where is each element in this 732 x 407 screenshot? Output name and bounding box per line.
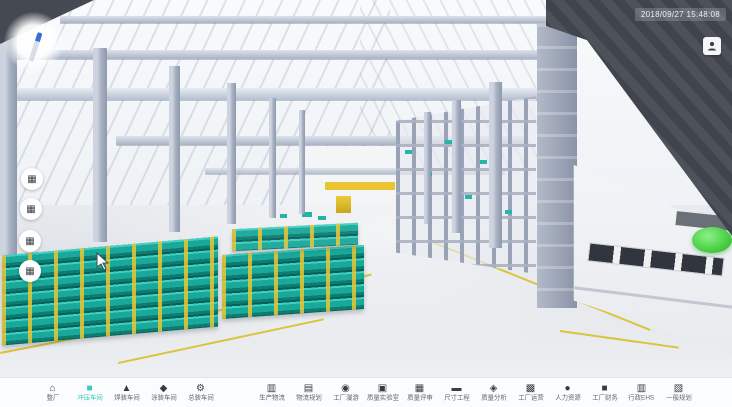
rack-die — [405, 150, 412, 154]
status-marker[interactable] — [692, 227, 732, 253]
steel-column — [169, 66, 180, 232]
steel-column — [299, 110, 305, 214]
quality-review-icon: ▦ — [415, 383, 424, 394]
briefcase-icon: ■ — [601, 383, 607, 394]
user-button[interactable] — [703, 37, 721, 55]
toolbar-item-building[interactable]: ▥ 行政EHS — [623, 383, 660, 403]
roof-truss-beam — [60, 16, 555, 23]
press-line-icon: ▦ — [25, 236, 34, 247]
factory-3d-viewport[interactable] — [0, 0, 732, 377]
toolbar-item-label: 生产物流 — [259, 394, 285, 401]
toolbar-item-camera[interactable]: ◉ 工厂漫游 — [327, 383, 364, 403]
camera-icon: ◉ — [341, 383, 350, 394]
assembly-workshop-icon: ⚙ — [196, 383, 205, 394]
toolbar-item-label: 质量评审 — [407, 394, 433, 401]
steel-column-foreground — [537, 24, 577, 308]
distant-die — [280, 214, 287, 218]
station-button-group: ▦ ▦ ▦ ▦ — [0, 0, 60, 300]
document-icon: ▧ — [674, 383, 683, 394]
distant-die — [318, 216, 326, 220]
toolbar-item-factory-operations[interactable]: ▩ 工厂运营 — [512, 383, 549, 403]
toolbar-item-label: 人力资源 — [555, 394, 581, 401]
steel-column — [489, 82, 502, 248]
rack-die — [480, 160, 487, 164]
stamping-workshop-icon: ■ — [86, 383, 92, 394]
user-icon — [707, 41, 717, 51]
digital-factory-app: 2018/09/27 15:48:08 ▦ ▦ ▦ ▦ — [0, 0, 732, 407]
toolbar-item-label: 物流规划 — [296, 394, 322, 401]
logistics-plan-icon: ▤ — [304, 383, 313, 394]
steel-column — [93, 48, 107, 242]
toolbar-item-label: 一般规划 — [666, 394, 692, 401]
toolbar-item-document[interactable]: ▧ 一般规划 — [660, 383, 697, 403]
truck-icon: ▥ — [267, 383, 276, 394]
overhead-crane-beam — [325, 182, 395, 190]
toolbar-item-press-line[interactable]: ▦ — [21, 168, 43, 190]
toolbar-item-label: 整厂 — [46, 394, 59, 401]
toolbar-item-label: 工厂财务 — [592, 394, 618, 401]
toolbar-item-press-line[interactable]: ▦ — [20, 198, 42, 220]
toolbar-item-label: 质量分析 — [481, 394, 507, 401]
toolbar-item-press-line[interactable]: ▦ — [19, 260, 41, 282]
toolbar-item-label: 质量实验室 — [367, 394, 399, 401]
quality-lab-icon: ▣ — [378, 383, 387, 394]
roof-truss-beam — [0, 50, 556, 59]
toolbar-item-truck[interactable]: ▥ 生产物流 — [253, 383, 290, 403]
yellow-machine — [336, 196, 351, 213]
die-rack-cluster — [222, 245, 364, 319]
painting-workshop-icon: ◆ — [160, 383, 168, 394]
rack-die — [445, 140, 452, 144]
toolbar-item-label: 冲压车间 — [77, 394, 103, 401]
press-line-icon: ▦ — [25, 266, 34, 277]
ruler-icon: ▬ — [452, 383, 462, 394]
toolbar-item-label: 工厂漫游 — [333, 394, 359, 401]
toolbar-item-stamping-workshop[interactable]: ■ 冲压车间 — [71, 383, 108, 403]
press-line-icon: ▦ — [27, 174, 36, 185]
rack-die — [465, 195, 472, 199]
toolbar-item-label: 工厂运营 — [518, 394, 544, 401]
quality-analysis-icon: ◈ — [490, 383, 498, 394]
toolbar-item-label: 涂装车间 — [151, 394, 177, 401]
mouse-cursor — [96, 252, 109, 271]
toolbar-item-ruler[interactable]: ▬ 尺寸工程 — [438, 383, 475, 403]
workshop-nav-group: ⌂ 整厂 ■ 冲压车间 ▲ 焊装车间 ◆ 涂装车间 — [34, 383, 219, 403]
toolbar-item-label: 尺寸工程 — [444, 394, 470, 401]
steel-column — [424, 112, 431, 224]
steel-column — [227, 83, 236, 224]
toolbar-item-person[interactable]: ● 人力资源 — [549, 383, 586, 403]
steel-column — [452, 100, 461, 233]
toolbar-item-logistics-plan[interactable]: ▤ 物流规划 — [290, 383, 327, 403]
toolbar-item-quality-analysis[interactable]: ◈ 质量分析 — [475, 383, 512, 403]
toolbar-item-quality-review[interactable]: ▦ 质量评审 — [401, 383, 438, 403]
toolbar-item-label: 行政EHS — [629, 394, 655, 401]
person-icon: ● — [564, 383, 570, 394]
toolbar-item-welding-workshop[interactable]: ▲ 焊装车间 — [108, 383, 145, 403]
toolbar-item-assembly-workshop[interactable]: ⚙ 总装车间 — [182, 383, 219, 403]
toolbar-item-label: 焊装车间 — [114, 394, 140, 401]
plant-overview-icon: ⌂ — [49, 383, 55, 394]
toolbar-item-painting-workshop[interactable]: ◆ 涂装车间 — [145, 383, 182, 403]
toolbar-item-plant-overview[interactable]: ⌂ 整厂 — [34, 383, 71, 403]
toolbar-item-quality-lab[interactable]: ▣ 质量实验室 — [364, 383, 401, 403]
factory-operations-icon: ▩ — [526, 383, 535, 394]
toolbar-item-label: 总装车间 — [188, 394, 214, 401]
toolbar-item-press-line[interactable]: ▦ — [19, 230, 41, 252]
bottom-toolbar: ⌂ 整厂 ■ 冲压车间 ▲ 焊装车间 ◆ 涂装车间 — [0, 377, 732, 407]
welding-workshop-icon: ▲ — [122, 383, 132, 394]
steel-column — [269, 98, 276, 218]
timestamp: 2018/09/27 15:48:08 — [635, 8, 726, 21]
toolbar-item-briefcase[interactable]: ■ 工厂财务 — [586, 383, 623, 403]
storage-rack — [396, 96, 536, 274]
press-line-icon: ▦ — [26, 204, 35, 215]
module-nav-group: ▥ 生产物流 ▤ 物流规划 ◉ 工厂漫游 ▣ 质量实验室 — [253, 383, 697, 403]
rack-die — [505, 210, 512, 214]
building-icon: ▥ — [637, 383, 646, 394]
